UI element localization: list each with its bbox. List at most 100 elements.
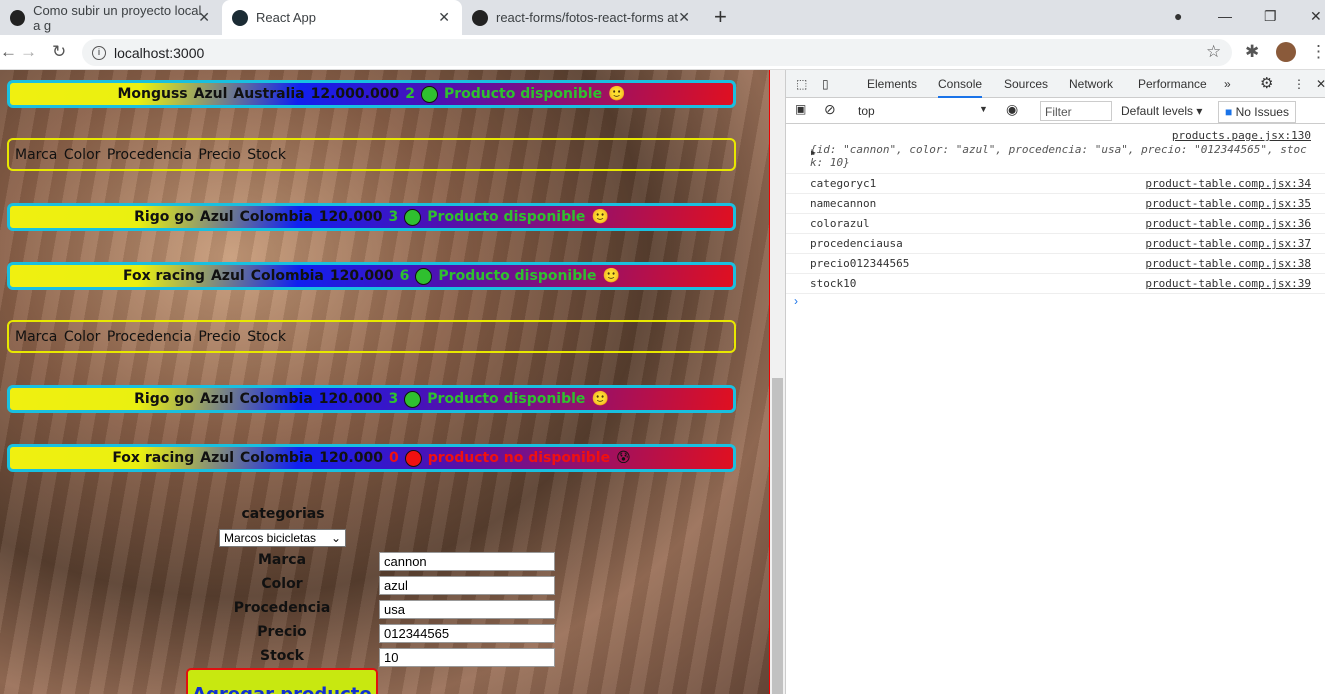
close-tab-icon[interactable]: ✕	[198, 9, 210, 26]
status-dot-icon	[404, 390, 422, 408]
close-tab-icon[interactable]: ✕	[438, 9, 450, 26]
source-link[interactable]: product-table.comp.jsx:38	[1145, 254, 1311, 274]
tab-elements[interactable]: Elements	[867, 77, 917, 91]
product-origin: Colombia	[239, 209, 313, 225]
console-object-entry[interactable]: products.page.jsx:130 {id: "cannon", col…	[786, 124, 1325, 174]
product-price: 120.000	[318, 209, 383, 225]
console-log-entry: stock10 product-table.comp.jsx:39	[786, 274, 1325, 294]
levels-dropdown[interactable]: Default levels ▾	[1121, 104, 1202, 118]
status-dot-icon	[420, 85, 438, 103]
forward-button[interactable]: →	[20, 42, 37, 62]
profile-menu-icon[interactable]: ●	[1174, 8, 1182, 24]
kebab-menu-icon[interactable]: ⋮	[1293, 77, 1305, 91]
new-tab-button[interactable]: +	[714, 4, 727, 30]
expand-triangle-icon[interactable]: ▶	[811, 148, 816, 157]
product-color: Azul	[199, 391, 234, 407]
close-window-button[interactable]: ✕	[1310, 8, 1322, 25]
filter-input[interactable]: Filter	[1040, 101, 1112, 121]
back-button[interactable]: ←	[0, 42, 17, 62]
product-row: Fox racing Azul Colombia 120.000 6 Produ…	[7, 262, 736, 290]
product-name: Fox racing	[112, 450, 195, 466]
device-toolbar-icon[interactable]: ▯	[822, 77, 829, 91]
browser-tab[interactable]: react-forms/fotos-react-forms at ✕	[462, 0, 702, 35]
product-color: Azul	[199, 209, 234, 225]
marca-input[interactable]: cannon	[379, 552, 555, 571]
source-link[interactable]: product-table.comp.jsx:39	[1145, 274, 1311, 294]
source-link[interactable]: product-table.comp.jsx:35	[1145, 194, 1311, 214]
product-price: 120.000	[319, 450, 383, 466]
reload-button[interactable]: ↻	[52, 42, 66, 62]
status-dot-icon	[404, 208, 422, 226]
bookmark-star-icon[interactable]: ☆	[1206, 42, 1221, 62]
category-select[interactable]: Marcos bicicletas ⌄	[219, 529, 346, 547]
source-link[interactable]: products.page.jsx:130	[1172, 129, 1311, 142]
restore-button[interactable]: ❐	[1264, 8, 1277, 25]
field-label: Color	[261, 576, 303, 592]
product-row: Monguss Azul Australia 12.000.000 2 Prod…	[7, 80, 736, 108]
tab-sources[interactable]: Sources	[1004, 77, 1048, 91]
status-text: Producto disponible	[438, 268, 597, 284]
product-price: 120.000	[318, 391, 383, 407]
console-log-entry: precio012344565 product-table.comp.jsx:38	[786, 254, 1325, 274]
console-log-entry: categoryc1 product-table.comp.jsx:34	[786, 174, 1325, 194]
close-devtools-icon[interactable]: ✕	[1316, 77, 1325, 91]
minimize-button[interactable]: —	[1218, 8, 1232, 24]
product-row: Rigo go Azul Colombia 120.000 3 Producto…	[7, 203, 736, 231]
object-preview: {id: "cannon", color: "azul", procedenci…	[810, 143, 1307, 156]
sidebar-toggle-icon[interactable]: ▣	[795, 102, 806, 116]
source-link[interactable]: product-table.comp.jsx:36	[1145, 214, 1311, 234]
anxious-emoji-icon: 😰	[616, 450, 631, 466]
eye-icon[interactable]: ◉	[1006, 101, 1018, 118]
field-label: Precio	[257, 624, 307, 640]
issues-button[interactable]: ■ No Issues	[1218, 101, 1296, 123]
clear-console-icon[interactable]: ⊘	[824, 101, 836, 118]
source-link[interactable]: product-table.comp.jsx:37	[1145, 234, 1311, 254]
status-text: Producto disponible	[427, 209, 586, 225]
log-text: precio012344565	[810, 257, 910, 270]
color-input[interactable]: azul	[379, 576, 555, 595]
product-origin: Australia	[233, 86, 305, 102]
source-link[interactable]: product-table.comp.jsx:34	[1145, 174, 1311, 194]
status-text: Producto disponible	[427, 391, 586, 407]
log-text: categoryc1	[810, 177, 877, 190]
procedencia-input[interactable]: usa	[379, 600, 555, 619]
tab-console[interactable]: Console	[938, 77, 983, 98]
close-tab-icon[interactable]: ✕	[678, 9, 690, 26]
issues-icon: ■	[1225, 105, 1233, 119]
product-color: Azul	[210, 268, 245, 284]
more-tabs-icon[interactable]: »	[1224, 77, 1231, 91]
browser-tab-active[interactable]: React App ✕	[222, 0, 462, 35]
precio-input[interactable]: 012344565	[379, 624, 555, 643]
avatar[interactable]	[1276, 42, 1296, 62]
add-product-button[interactable]: Agregar producto	[186, 668, 378, 694]
stock-input[interactable]: 10	[379, 648, 555, 667]
status-text: Producto disponible	[443, 86, 603, 102]
chevron-down-icon: ▼	[979, 104, 988, 114]
extensions-icon[interactable]: ✱	[1245, 42, 1259, 62]
url-input[interactable]: i localhost:3000	[82, 39, 1232, 66]
smile-emoji-icon: 🙂	[591, 209, 609, 225]
browser-tab[interactable]: Como subir un proyecto local a g ✕	[0, 0, 222, 35]
table-header-row: Marca Color Procedencia Precio Stock	[7, 138, 736, 171]
field-label: Stock	[259, 648, 304, 664]
tab-performance[interactable]: Performance	[1138, 77, 1207, 91]
product-origin: Colombia	[240, 450, 314, 466]
console-prompt-icon[interactable]: ›	[786, 294, 1325, 308]
field-label: Procedencia	[233, 600, 331, 616]
product-stock: 2	[405, 86, 415, 102]
field-label: Marca	[257, 552, 307, 568]
scrollbar-thumb[interactable]	[772, 378, 783, 694]
table-header-row: Marca Color Procedencia Precio Stock	[7, 320, 736, 353]
product-row: Fox racing Azul Colombia 120.000 0 produ…	[7, 444, 736, 472]
inspect-icon[interactable]: ⬚	[796, 77, 807, 91]
gear-icon[interactable]: ⚙	[1260, 74, 1273, 92]
product-stock: 6	[399, 268, 410, 284]
info-icon: i	[92, 45, 106, 60]
tab-network[interactable]: Network	[1069, 77, 1113, 91]
console-log-entry: namecannon product-table.comp.jsx:35	[786, 194, 1325, 214]
page-viewport: Monguss Azul Australia 12.000.000 2 Prod…	[0, 70, 770, 694]
context-select[interactable]: top	[858, 104, 875, 118]
product-stock: 3	[388, 209, 399, 225]
menu-icon[interactable]: ⋮	[1310, 42, 1325, 62]
console-toolbar: ▣ ⊘ top ▼ ◉ Filter Default levels ▾ ■ No…	[786, 98, 1325, 124]
